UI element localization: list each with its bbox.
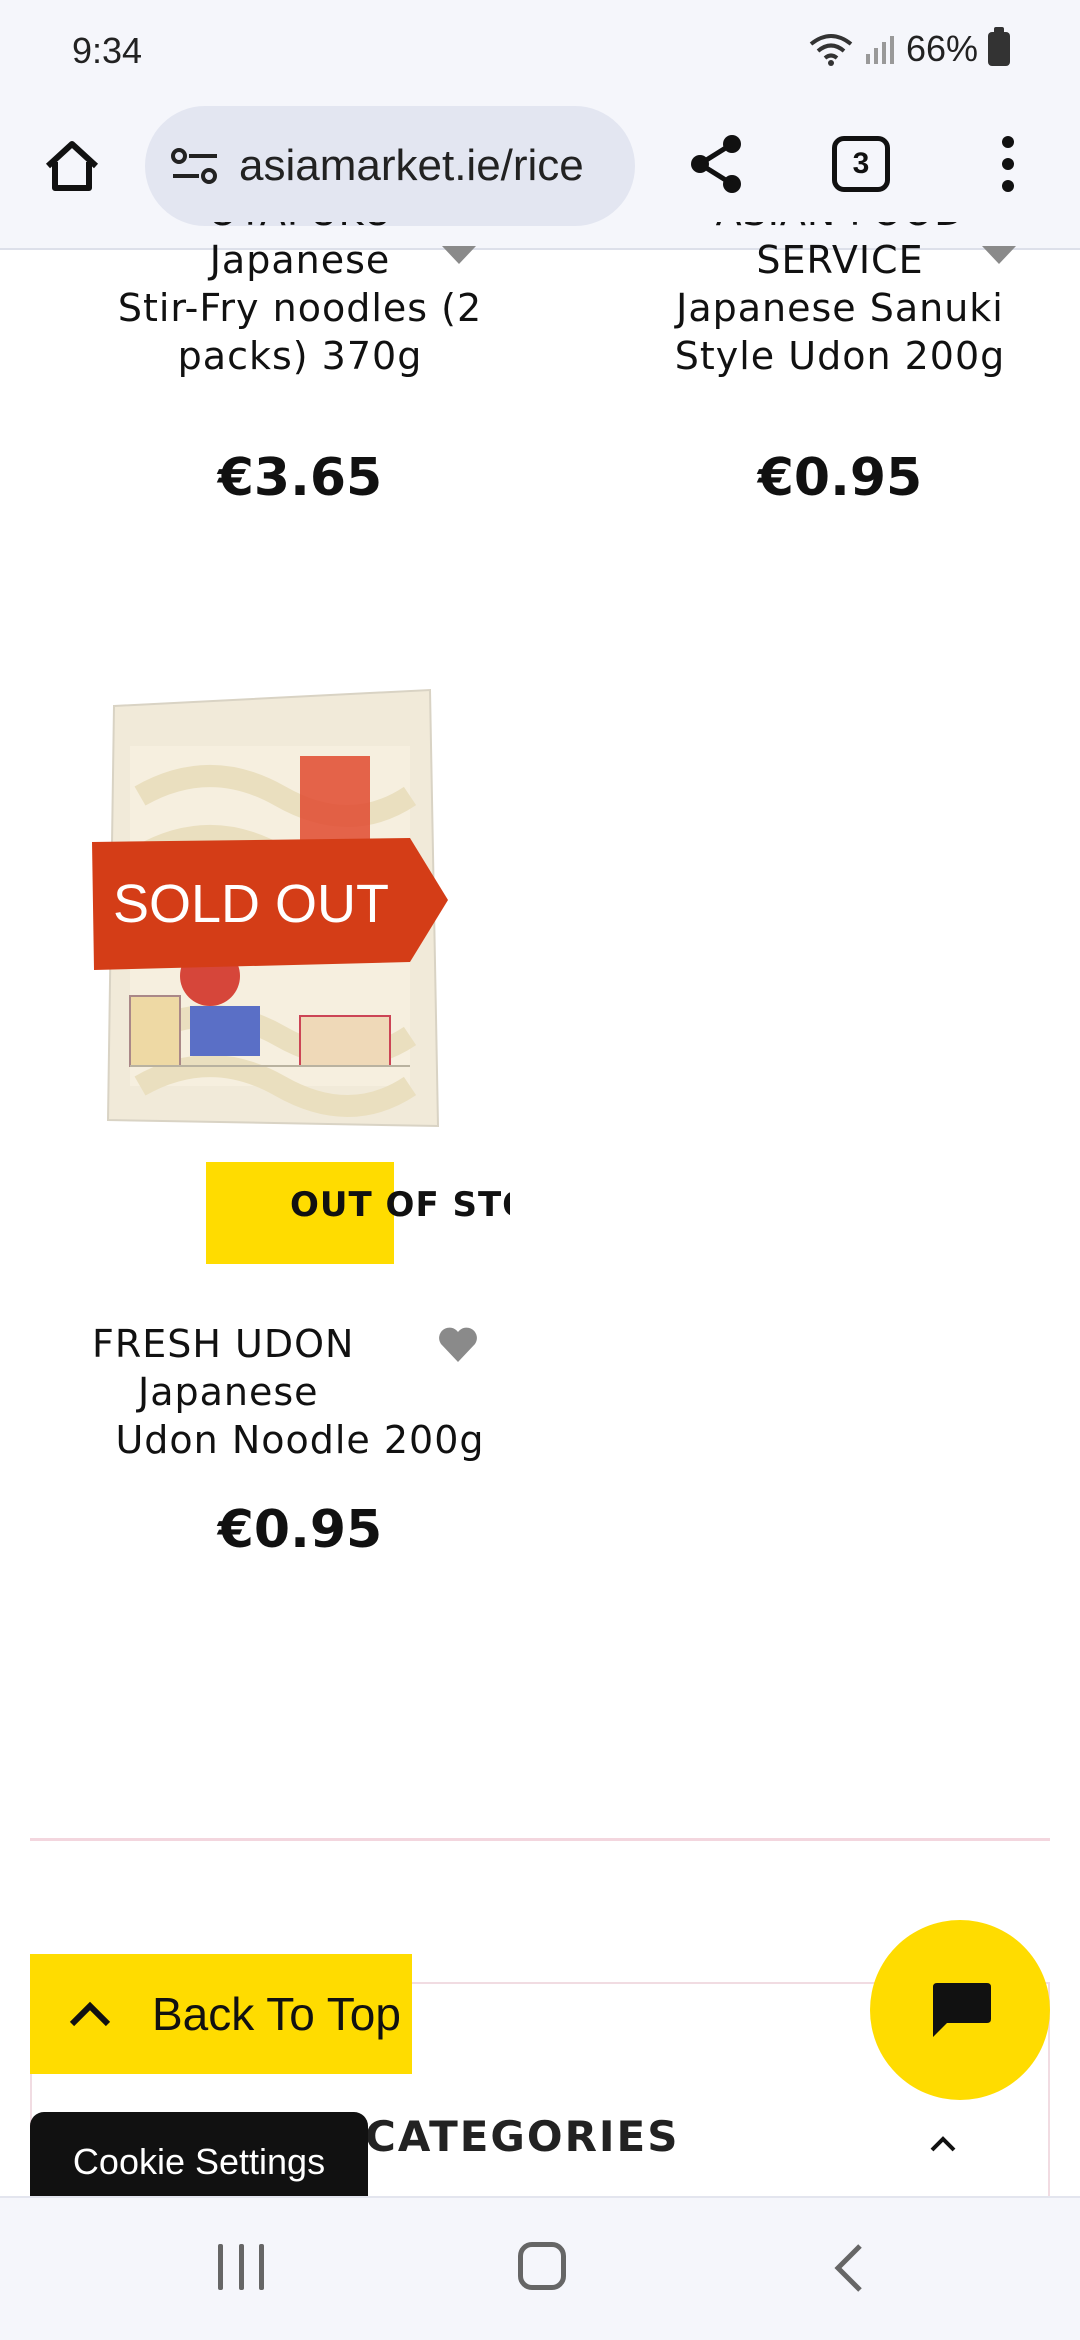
status-bar: 9:34 66% bbox=[0, 0, 1080, 100]
signal-icon bbox=[865, 36, 894, 64]
chevron-up-icon[interactable] bbox=[928, 2134, 958, 2154]
heart-icon[interactable] bbox=[437, 246, 481, 266]
home-icon bbox=[45, 141, 99, 191]
heart-icon[interactable] bbox=[977, 246, 1021, 266]
back-icon[interactable] bbox=[828, 2242, 868, 2294]
product-price: €0.95 bbox=[757, 448, 923, 508]
heart-icon[interactable] bbox=[436, 1324, 480, 1364]
share-button[interactable] bbox=[680, 128, 752, 200]
url-text: asiamarket.ie/rice bbox=[239, 141, 584, 190]
status-time: 9:34 bbox=[72, 30, 143, 71]
sold-out-badge: SOLD OUT bbox=[112, 874, 390, 934]
product-price: €0.95 bbox=[217, 1500, 383, 1560]
battery-icon bbox=[988, 27, 1010, 66]
address-bar[interactable]: asiamarket.ie/rice bbox=[145, 106, 635, 226]
out-of-stock-label: OUT OF STOCK bbox=[290, 1185, 510, 1225]
chat-icon bbox=[933, 1983, 991, 2037]
tabs-button[interactable]: 3 bbox=[832, 136, 890, 192]
chevron-up-icon bbox=[69, 2001, 111, 2027]
system-navigation-bar bbox=[0, 2196, 1080, 2340]
share-icon bbox=[691, 135, 741, 193]
site-settings-icon[interactable] bbox=[169, 146, 221, 186]
product-price: €3.65 bbox=[217, 448, 383, 508]
back-to-top-label: Back To Top bbox=[152, 1988, 401, 2040]
back-to-top-button[interactable]: Back To Top bbox=[30, 1954, 412, 2074]
section-divider bbox=[30, 1838, 1050, 1841]
chat-button[interactable] bbox=[870, 1920, 1050, 2100]
categories-title[interactable]: CATEGORIES bbox=[365, 2112, 680, 2161]
recents-button[interactable] bbox=[218, 2244, 264, 2290]
wifi-icon bbox=[809, 34, 853, 66]
status-icons: 66% bbox=[808, 27, 1010, 70]
more-menu-button[interactable] bbox=[990, 128, 1026, 200]
battery-level: 66% bbox=[905, 28, 978, 69]
home-button[interactable] bbox=[36, 130, 108, 202]
system-home-button[interactable] bbox=[518, 2242, 566, 2290]
